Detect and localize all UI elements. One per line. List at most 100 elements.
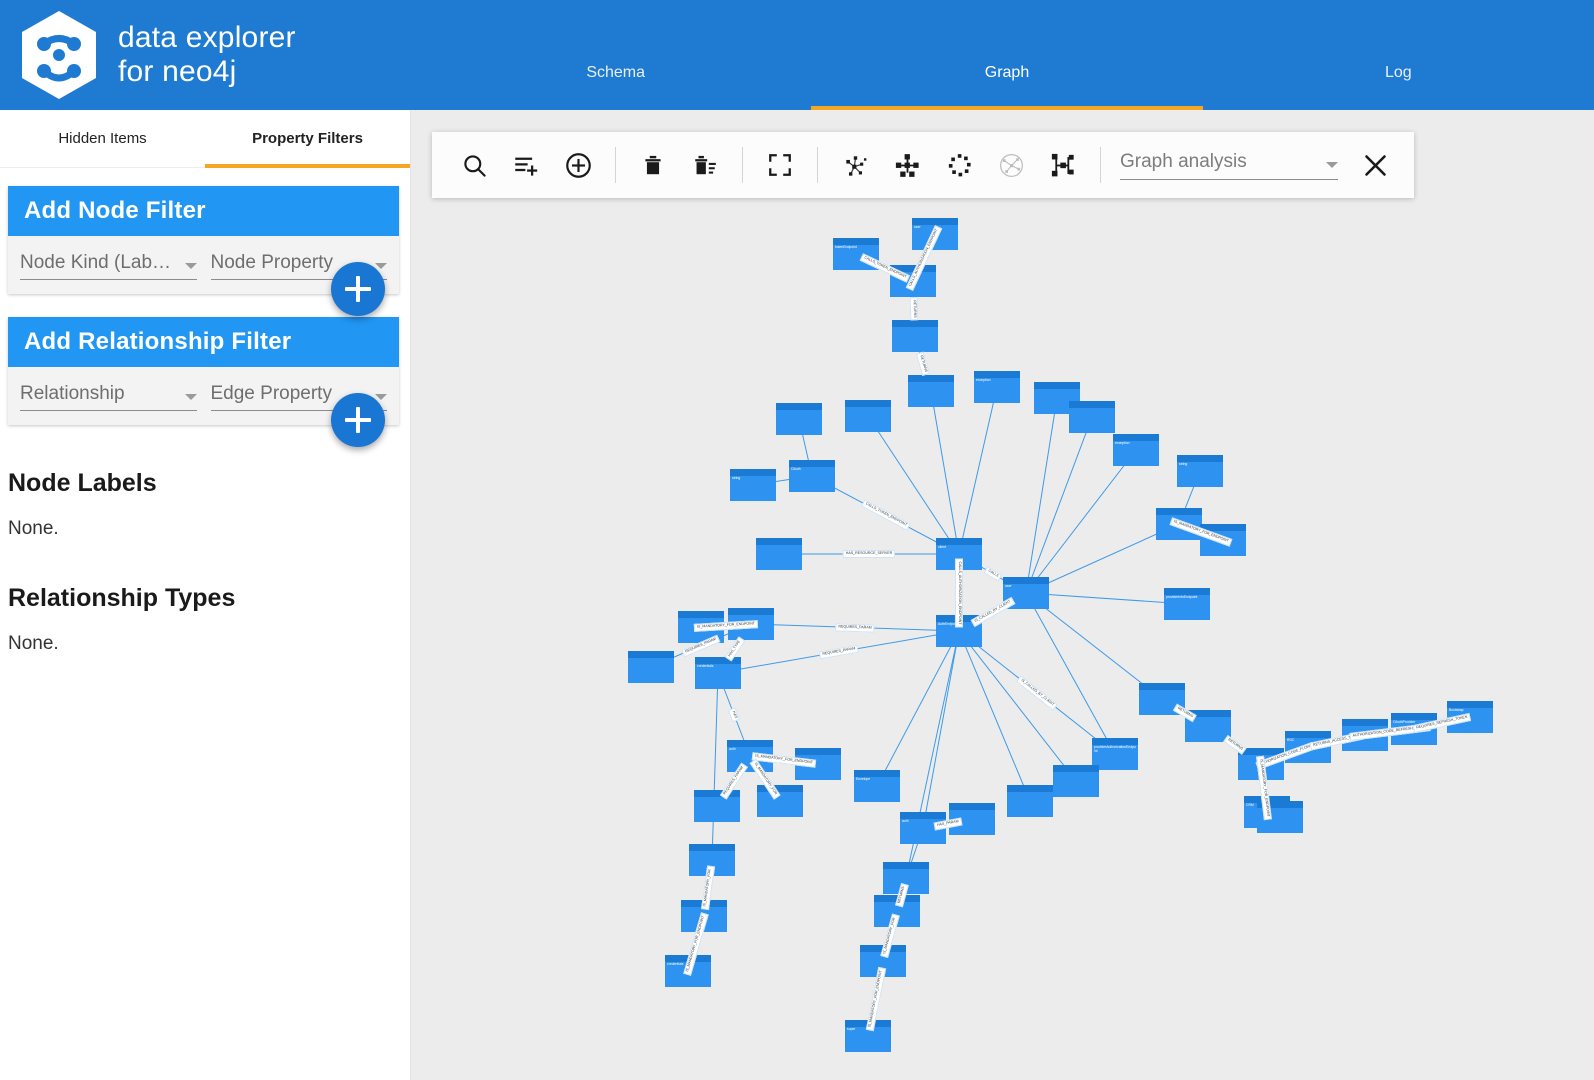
graph-node-header — [694, 790, 740, 797]
layout-tree-icon[interactable] — [1037, 139, 1089, 191]
graph-node[interactable]: credentials — [695, 657, 741, 689]
graph-canvas[interactable]: user tokenEndpoint exception OAuth string exc… — [411, 110, 1594, 1080]
graph-edge[interactable] — [1025, 592, 1116, 755]
graph-analysis-select[interactable]: Graph analysis — [1120, 151, 1338, 180]
graph-node-label — [776, 410, 822, 412]
graph-node[interactable]: credentials — [665, 955, 711, 987]
graph-edge[interactable] — [958, 630, 1031, 802]
graph-node[interactable] — [1342, 719, 1388, 751]
graph-node[interactable] — [845, 400, 891, 432]
graph-node[interactable]: exception — [974, 371, 1020, 403]
graph-node[interactable] — [1156, 508, 1202, 540]
graph-node[interactable] — [689, 844, 735, 876]
layout-force-icon[interactable] — [829, 139, 881, 191]
layout-circular-icon[interactable] — [933, 139, 985, 191]
graph-node[interactable] — [1053, 765, 1099, 797]
graph-node[interactable] — [1185, 710, 1231, 742]
graph-node[interactable] — [908, 375, 954, 407]
graph-node[interactable] — [1007, 785, 1053, 817]
graph-node[interactable] — [1238, 748, 1284, 780]
graph-node[interactable] — [1139, 683, 1185, 715]
graph-node[interactable]: auth — [900, 812, 946, 844]
graph-edge[interactable] — [958, 630, 1116, 755]
graph-edge[interactable] — [1025, 397, 1058, 594]
sidebar-tab-hidden-items[interactable]: Hidden Items — [0, 110, 205, 167]
graph-node-header — [1003, 577, 1049, 584]
graph-node[interactable] — [860, 945, 906, 977]
graph-edge[interactable] — [1025, 449, 1137, 594]
add-node-filter-button[interactable] — [331, 262, 385, 316]
tab-schema[interactable]: Schema — [420, 0, 811, 110]
graph-node[interactable]: string — [730, 469, 776, 501]
graph-node[interactable] — [678, 611, 724, 643]
graph-edge[interactable] — [930, 390, 960, 555]
graph-node[interactable] — [776, 403, 822, 435]
graph-node[interactable] — [756, 538, 802, 570]
relationship-select[interactable]: Relationship — [20, 383, 197, 411]
graph-edge[interactable] — [1025, 416, 1093, 594]
delete-icon[interactable] — [627, 139, 679, 191]
close-icon[interactable] — [1352, 142, 1398, 188]
graph-node-label — [1238, 755, 1284, 757]
graph-node[interactable] — [1257, 801, 1303, 833]
fit-to-screen-icon[interactable] — [754, 139, 806, 191]
graph-edge[interactable] — [958, 386, 998, 555]
add-relationship-filter-button[interactable] — [331, 393, 385, 447]
graph-edge[interactable] — [922, 630, 960, 829]
add-list-icon[interactable] — [500, 139, 552, 191]
graph-node-header — [874, 895, 920, 902]
graph-node[interactable] — [883, 862, 929, 894]
layout-hierarchical-icon[interactable] — [881, 139, 933, 191]
add-relationship-filter-title: Add Relationship Filter — [8, 317, 399, 367]
delete-list-icon[interactable] — [679, 139, 731, 191]
graph-node-label: credentials — [667, 962, 684, 966]
graph-edge[interactable] — [867, 415, 960, 555]
graph-node-header — [756, 538, 802, 545]
graph-node[interactable]: RDC — [1285, 731, 1331, 763]
graph-toolbar: Graph analysis — [432, 132, 1414, 198]
graph-node[interactable]: exception — [1113, 434, 1159, 466]
graph-node[interactable] — [681, 900, 727, 932]
graph-node[interactable]: OAuthProvider — [1391, 713, 1437, 745]
graph-node[interactable] — [628, 651, 674, 683]
graph-node[interactable] — [890, 265, 936, 297]
node-kind-select-value: Node Kind (Lab… — [20, 252, 172, 273]
graph-node[interactable] — [949, 803, 995, 835]
search-icon[interactable] — [448, 139, 500, 191]
graph-node-label: OAuth — [791, 467, 801, 471]
graph-node[interactable]: client — [936, 538, 982, 570]
graph-node-label — [1200, 531, 1246, 533]
graph-node[interactable]: user — [1003, 577, 1049, 609]
graph-node[interactable]: Envelope — [854, 770, 900, 802]
graph-edge[interactable] — [958, 630, 1077, 782]
tab-log[interactable]: Log — [1203, 0, 1594, 110]
graph-edge[interactable] — [750, 623, 960, 632]
graph-node[interactable] — [795, 748, 841, 780]
graph-node[interactable]: Bootstrap — [1447, 701, 1493, 733]
chevron-down-icon — [184, 394, 197, 400]
graph-node[interactable] — [892, 320, 938, 352]
graph-edge[interactable] — [1025, 592, 1188, 605]
graph-node[interactable] — [1200, 524, 1246, 556]
graph-node[interactable] — [874, 895, 920, 927]
sidebar-tab-property-filters[interactable]: Property Filters — [205, 110, 410, 168]
node-kind-select[interactable]: Node Kind (Lab… — [20, 252, 197, 280]
graph-node[interactable]: auth — [727, 740, 773, 772]
graph-node[interactable]: providerInfoEndpoint — [1164, 588, 1210, 620]
graph-node[interactable] — [694, 790, 740, 822]
graph-edge[interactable] — [711, 672, 719, 861]
add-circle-icon[interactable] — [552, 139, 604, 191]
graph-node[interactable] — [728, 608, 774, 640]
graph-node[interactable]: string — [1177, 455, 1223, 487]
brand: data explorer for neo4j — [0, 9, 420, 101]
graph-node[interactable]: tokenEndpoint — [833, 238, 879, 270]
graph-node[interactable] — [1069, 401, 1115, 433]
layout-radial-icon[interactable] — [985, 139, 1037, 191]
graph-edge[interactable] — [876, 630, 960, 787]
tab-graph[interactable]: Graph — [811, 0, 1203, 110]
graph-node[interactable]: super — [845, 1020, 891, 1052]
graph-node[interactable]: user — [912, 218, 958, 250]
graph-node[interactable] — [757, 785, 803, 817]
graph-node[interactable]: OAuth — [789, 460, 835, 492]
graph-node[interactable]: AuthEndpoint — [936, 615, 982, 647]
